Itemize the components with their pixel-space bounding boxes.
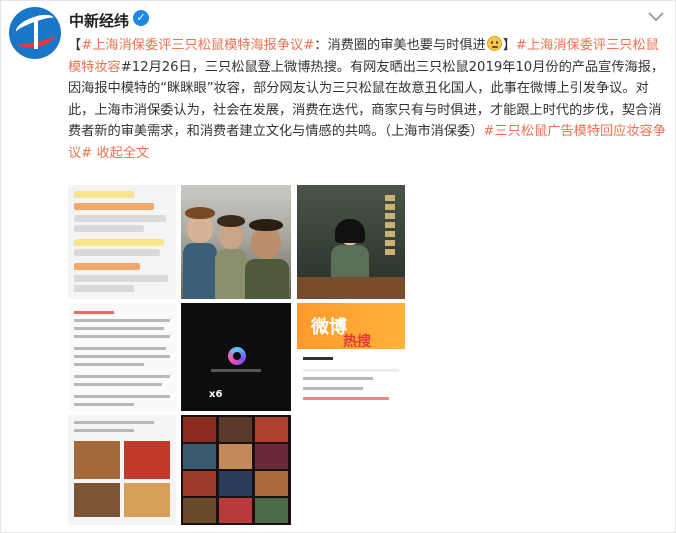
post-headline: ：消费圈的审美也要与时俱进 — [314, 38, 486, 53]
image-thumbnail-animated-kids[interactable] — [181, 185, 291, 299]
weibo-post-card: 中新经纬 ✓ 【#上海消保委评三只松鼠模特海报争议#：消费圈的审美也要与时俱进】… — [0, 0, 676, 533]
author-name[interactable]: 中新经纬 — [69, 10, 129, 31]
verified-icon: ✓ — [133, 10, 149, 26]
hot-search-subtitle: 热搜 — [343, 334, 371, 350]
thinking-face-icon — [486, 36, 502, 51]
app-badge: x6 — [209, 389, 223, 400]
image-thumbnail-portrait-grid[interactable] — [181, 415, 291, 525]
hashtag-link[interactable]: #上海消保委评三只松鼠模特海报争议# — [81, 38, 314, 53]
hot-search-title: 微博 — [311, 317, 347, 338]
image-thumbnail-model-poster[interactable] — [297, 185, 405, 299]
post-headline-end: 】 — [502, 38, 516, 53]
chevron-down-icon[interactable] — [647, 11, 665, 25]
logo-pole — [34, 21, 38, 49]
collapse-text-link[interactable]: 收起全文 — [96, 146, 149, 161]
image-thumbnail-app-screen[interactable]: x6 — [181, 303, 291, 411]
avatar[interactable] — [9, 7, 61, 59]
image-thumbnail-hot-search[interactable]: 微博 热搜 — [297, 303, 405, 411]
image-thumbnail-chat[interactable] — [68, 185, 176, 299]
image-thumbnail-food-collage[interactable] — [68, 415, 176, 525]
image-thumbnail-article[interactable] — [68, 303, 176, 411]
post-text: 【#上海消保委评三只松鼠模特海报争议#：消费圈的审美也要与时俱进 】#上海消保委评… — [68, 36, 666, 161]
